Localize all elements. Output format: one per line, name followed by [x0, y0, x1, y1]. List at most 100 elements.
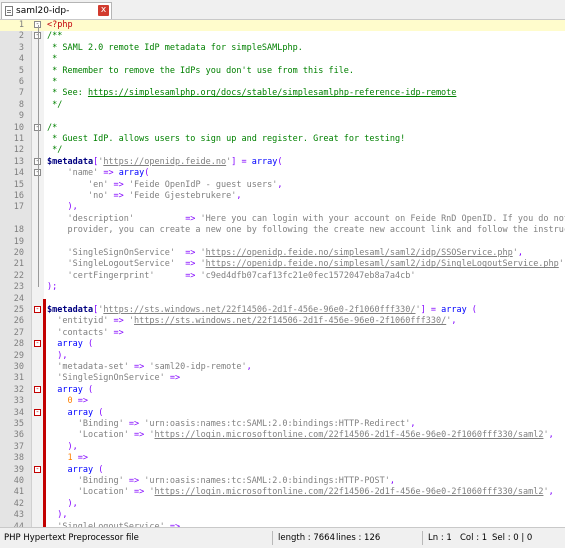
code-line[interactable]: 34 - array ( [0, 408, 565, 419]
code-line[interactable]: 13-$metadata['https://openidp.feide.no']… [0, 157, 565, 168]
code-line[interactable]: 17 ), [0, 202, 565, 213]
code-line[interactable]: 7 * See: https://simplesamlphp.org/docs/… [0, 88, 565, 99]
code-line[interactable]: 2-/** [0, 31, 565, 42]
code-text: <?php [47, 20, 73, 31]
code-text: */ [47, 145, 62, 156]
code-line[interactable]: 23); [0, 282, 565, 293]
code-line[interactable]: 39 - array ( [0, 465, 565, 476]
code-line[interactable]: 36 'Location' => 'https://login.microsof… [0, 430, 565, 441]
code-line[interactable]: 40 'Binding' => 'urn:oasis:names:tc:SAML… [0, 476, 565, 487]
code-token: , [451, 316, 457, 327]
code-line[interactable]: 3 * SAML 2.0 remote IdP metadata for sim… [0, 43, 565, 54]
code-text: ), [47, 351, 67, 362]
fold-toggle-icon[interactable]: - [34, 408, 41, 416]
code-line[interactable]: 1- <?php [0, 20, 565, 31]
code-line[interactable]: 32 - array ( [0, 385, 565, 396]
code-token: 'SingleLogoutService' [67, 259, 175, 270]
code-line[interactable]: 12 */ [0, 145, 565, 156]
code-line[interactable]: 10-/* [0, 123, 565, 134]
line-number: 9 [18, 111, 24, 122]
code-token: 'c9ed4dfb07caf13fc21e0fec1572047eb8a7a4c… [200, 270, 416, 281]
code-token: array [251, 156, 278, 167]
code-line[interactable]: 14- 'name' => array( [0, 168, 565, 179]
code-line[interactable]: 19 [0, 237, 565, 248]
code-line[interactable]: 30 'metadata-set' => 'saml20-idp-remote'… [0, 362, 565, 373]
code-token: ( [144, 168, 150, 179]
code-line[interactable]: 26 'entityid' => 'https://sts.windows.ne… [0, 316, 565, 327]
code-editor[interactable]: 1-<?php2-/**3 * SAML 2.0 remote IdP meta… [0, 20, 565, 527]
tab-saml20-idp-remote[interactable]: saml20-idp-remote.php x [1, 2, 112, 32]
code-line[interactable]: 27 'contacts' => [0, 328, 565, 339]
code-token: 'metadata-set' [57, 362, 129, 372]
line-number: 11 [13, 134, 24, 144]
code-token: => [108, 327, 124, 338]
code-token: 'Binding' [77, 419, 124, 429]
code-text: 'name' => array( [47, 168, 149, 179]
code-line[interactable]: 6 * [0, 77, 565, 88]
line-number: 5 [18, 65, 24, 76]
close-tab-icon[interactable]: x [98, 5, 109, 16]
code-line[interactable]: 43 ), [0, 510, 565, 521]
code-token: , [410, 419, 416, 429]
fold-toggle-icon[interactable]: - [34, 306, 41, 313]
code-line[interactable]: 22 'certFingerprint' => 'c9ed4dfb07caf13… [0, 271, 565, 282]
line-number: 36 [13, 430, 24, 441]
code-line[interactable]: 25 - $metadata['https://sts.windows.net/22… [0, 305, 565, 316]
code-token: ( [82, 384, 94, 395]
code-token: , [548, 430, 554, 441]
code-line[interactable]: 24 [0, 294, 565, 305]
code-line[interactable]: 16 'no' => 'Feide Gjestebrukere', [0, 191, 565, 202]
code-token: => [154, 270, 201, 281]
code-line[interactable]: 37 ), [0, 442, 565, 453]
code-token: https://login.microsoftonline.com/22f145… [154, 430, 544, 441]
code-line[interactable]: 9 [0, 111, 565, 122]
code-line[interactable]: 41 'Location' => 'https://login.microsof… [0, 487, 565, 498]
line-number: 14 [13, 168, 24, 179]
code-line[interactable]: 31 'SingleSignOnService' => [0, 373, 565, 384]
code-line[interactable]: 28 - array ( [0, 339, 565, 350]
code-line[interactable]: 21 'SingleLogoutService' => 'https://ope… [0, 259, 565, 270]
code-line[interactable]: 20 'SingleSignOnService' => 'https://ope… [0, 248, 565, 259]
code-token: => [108, 316, 129, 327]
code-line[interactable]: 35 'Binding' => 'urn:oasis:names:tc:SAML… [0, 419, 565, 430]
code-text: * [47, 77, 57, 88]
code-token: => [174, 248, 201, 258]
line-number: 16 [13, 191, 24, 201]
code-line[interactable]: 8 */ [0, 100, 565, 111]
code-line[interactable]: 'description' => 'Here you can login wit… [0, 214, 565, 225]
code-token: 'urn:oasis:names:tc:SAML:2.0:bindings:HT… [144, 419, 411, 429]
code-token: => [123, 419, 145, 429]
code-line[interactable]: 15 'en' => 'Feide OpenIdP - guest users'… [0, 180, 565, 191]
line-number: 25 [13, 305, 24, 315]
code-line[interactable]: 5 * Remember to remove the IdPs you don'… [0, 66, 565, 77]
line-number: 19 [13, 236, 24, 247]
code-token: 'name' [67, 168, 99, 179]
code-line[interactable]: 4 * [0, 54, 565, 65]
code-text: * SAML 2.0 remote IdP metadata for simpl… [47, 43, 303, 54]
code-token: => [128, 487, 150, 498]
code-line[interactable]: 11 * Guest IdP. allows users to sign up … [0, 134, 565, 145]
status-language: PHP Hypertext Preprocessor file [4, 533, 139, 543]
code-token: ), [67, 202, 78, 213]
line-number: 32 [13, 384, 24, 395]
code-line[interactable]: 29 ), [0, 351, 565, 362]
code-line[interactable]: 42 ), [0, 499, 565, 510]
code-line[interactable]: 33 0 => [0, 396, 565, 407]
fold-toggle-icon[interactable]: - [34, 340, 41, 348]
line-number: 6 [18, 77, 24, 87]
fold-toggle-icon[interactable]: - [34, 465, 41, 473]
line-number: 33 [13, 396, 24, 407]
code-token: 'Binding' [77, 476, 124, 486]
fold-toggle-icon[interactable]: - [34, 385, 41, 393]
code-line[interactable]: 38 1 => [0, 453, 565, 464]
code-token: array [118, 168, 145, 179]
code-token: * [47, 77, 58, 87]
code-token: ( [93, 464, 104, 475]
code-token: ( [277, 156, 283, 167]
code-line[interactable]: 18 provider, you can create a new one by… [0, 225, 565, 236]
code-text: array ( [47, 465, 103, 476]
code-text: * Remember to remove the IdPs you don't … [47, 66, 354, 77]
